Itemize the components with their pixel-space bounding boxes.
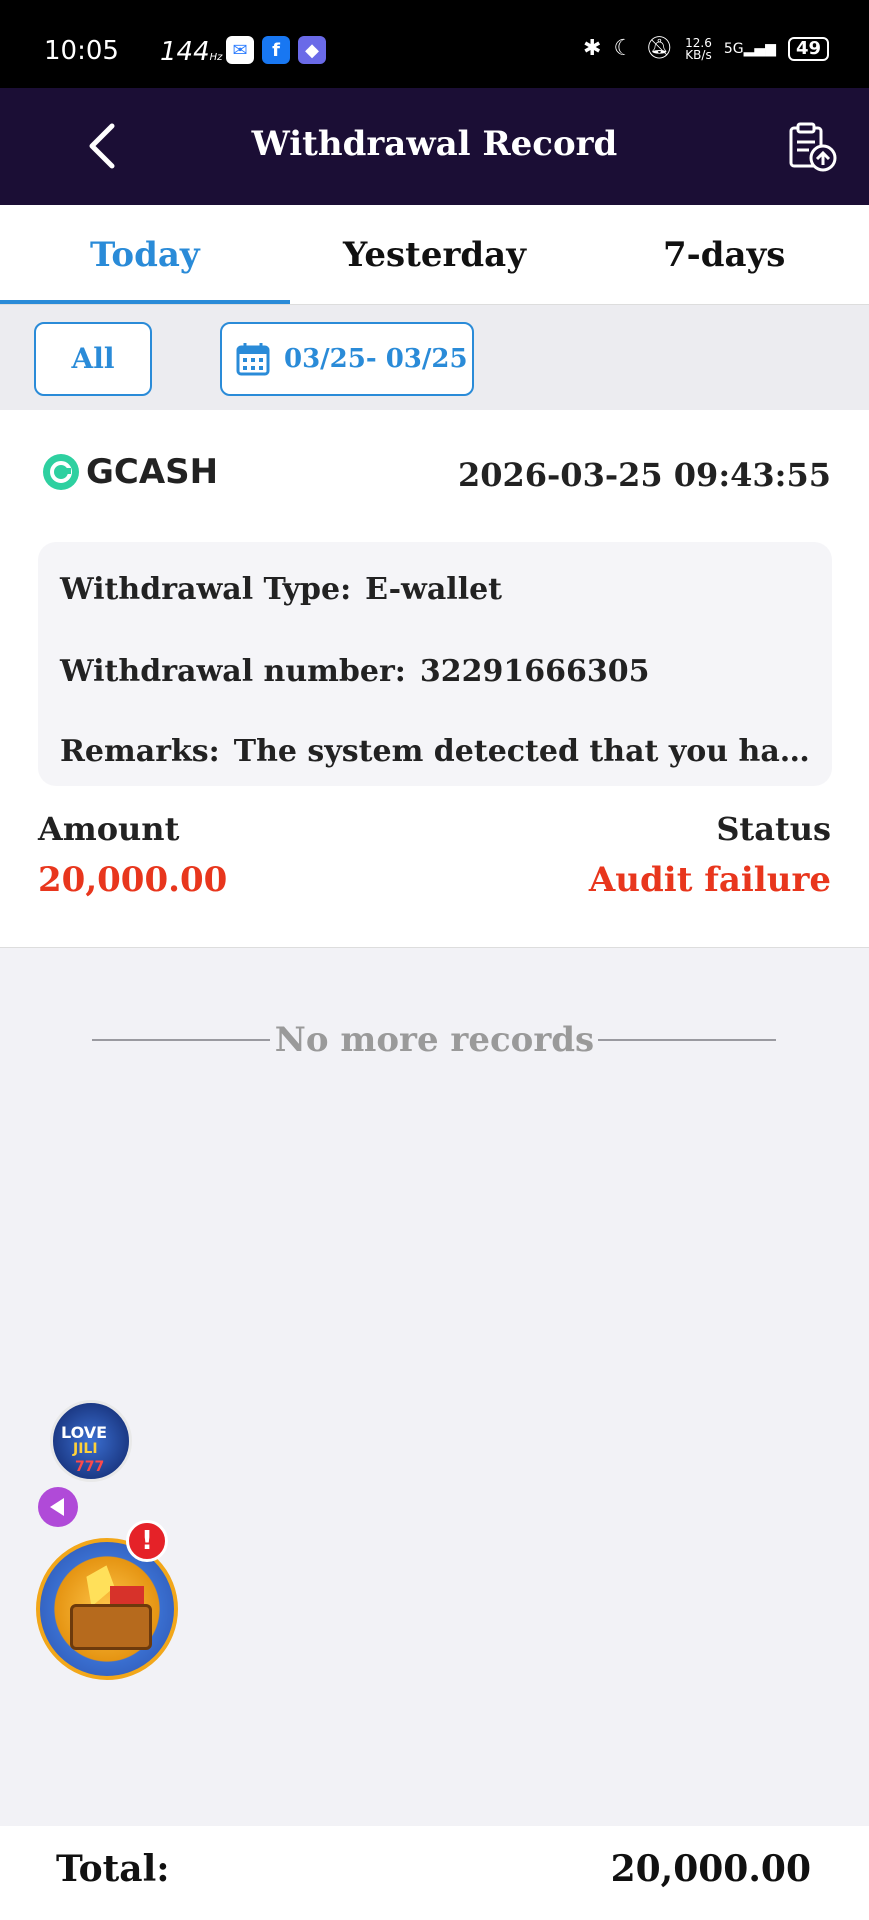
- love-jili-floating-button[interactable]: LOVE JILI 777: [50, 1400, 132, 1482]
- remarks-row: Remarks: The system detected that you hav…: [60, 734, 820, 769]
- list-end-indicator: No more records: [0, 1010, 869, 1070]
- network-speed-unit: KB/s: [685, 47, 712, 62]
- withdrawal-number-label: Withdrawal number:: [60, 654, 406, 689]
- moon-icon: ☾: [613, 36, 634, 61]
- filter-bar: All 03/25- 03/25: [0, 305, 869, 410]
- withdrawal-number-row: Withdrawal number: 32291666305: [60, 654, 650, 689]
- tab-yesterday[interactable]: Yesterday: [290, 205, 580, 304]
- withdrawal-type-value: E-wallet: [365, 572, 503, 607]
- signal-icon: 5G▂▄▆: [723, 40, 776, 57]
- record-timestamp: 2026-03-25 09:43:55: [457, 456, 831, 494]
- refresh-rate-unit: Hz: [209, 52, 223, 63]
- total-footer: Total: 20,000.00: [0, 1826, 869, 1920]
- divider-right: [598, 1039, 776, 1041]
- network-type: 5G: [723, 40, 744, 57]
- amount-value: 20,000.00: [38, 860, 228, 900]
- payment-method: GCASH: [42, 452, 218, 492]
- withdrawal-type-row: Withdrawal Type: E-wallet: [60, 572, 502, 607]
- calendar-icon: [236, 343, 270, 376]
- mute-icon: 🔕︎: [645, 36, 674, 61]
- status-label: Status: [716, 810, 831, 848]
- network-speed: 12.6 KB/s: [685, 37, 712, 61]
- tab-7-days[interactable]: 7-days: [579, 205, 869, 304]
- love-jili-text-1: LOVE: [61, 1423, 108, 1442]
- clipboard-upload-icon[interactable]: [785, 120, 839, 174]
- page-title: Withdrawal Record: [251, 124, 618, 164]
- refresh-rate-value: 144: [160, 37, 210, 67]
- notification-icons: ✉ f ◆: [226, 36, 326, 64]
- record-details: Withdrawal Type: E-wallet Withdrawal numb…: [38, 542, 832, 786]
- battery-level: 49: [795, 37, 821, 59]
- status-value: Audit failure: [588, 860, 831, 900]
- messenger-icon: ✉: [226, 36, 254, 64]
- love-jili-text-2: JILI: [73, 1441, 98, 1457]
- date-tabs: Today Yesterday 7-days: [0, 205, 869, 305]
- facebook-icon: f: [262, 36, 290, 64]
- date-range-button[interactable]: 03/25- 03/25: [220, 322, 474, 396]
- app-notification-icon: ◆: [298, 36, 326, 64]
- status-bar: 10:05 144Hz ✉ f ◆ ✱ ☾ 🔕︎ 12.6 KB/s 5G▂▄▆ …: [0, 0, 869, 88]
- withdrawal-record-card[interactable]: GCASH 2026-03-25 09:43:55 Withdrawal Typ…: [0, 410, 869, 948]
- gcash-icon: [43, 454, 79, 490]
- love-jili-text-3: 777: [75, 1459, 105, 1475]
- chest-icon: [70, 1604, 152, 1650]
- total-value: 20,000.00: [610, 1848, 811, 1890]
- battery-icon: 49: [787, 36, 829, 61]
- app-header: Withdrawal Record: [0, 88, 869, 205]
- date-range-label: 03/25- 03/25: [284, 344, 468, 374]
- remarks-value: The system detected that you hav...: [233, 734, 820, 769]
- withdrawal-number-value: 32291666305: [419, 654, 650, 689]
- bluetooth-icon: ✱: [583, 36, 602, 61]
- collapse-arrow-icon[interactable]: [38, 1487, 78, 1527]
- amount-label: Amount: [38, 810, 180, 848]
- payment-method-label: GCASH: [86, 452, 219, 492]
- filter-all-button[interactable]: All: [34, 322, 152, 396]
- remarks-label: Remarks:: [60, 734, 220, 769]
- tab-today[interactable]: Today: [0, 205, 290, 304]
- status-time: 10:05: [44, 36, 119, 66]
- withdrawal-type-label: Withdrawal Type:: [60, 572, 352, 607]
- total-label: Total:: [56, 1848, 170, 1890]
- status-right: ✱ ☾ 🔕︎ 12.6 KB/s 5G▂▄▆ 49: [583, 36, 829, 61]
- refresh-rate: 144Hz: [160, 34, 222, 67]
- alert-badge: !: [126, 1520, 168, 1562]
